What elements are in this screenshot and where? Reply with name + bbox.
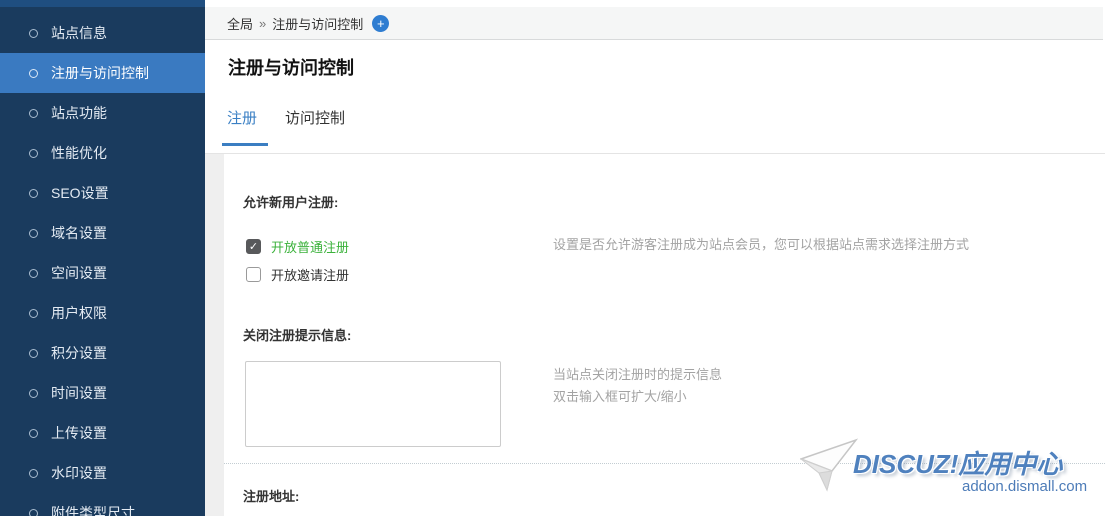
tab-access-control[interactable]: 访问控制 bbox=[285, 107, 345, 128]
sidebar-item-label: 域名设置 bbox=[51, 223, 107, 243]
sidebar-item-time[interactable]: 时间设置 bbox=[0, 373, 205, 413]
sidebar-item-label: 性能优化 bbox=[51, 143, 107, 163]
tab-register[interactable]: 注册 bbox=[227, 107, 257, 128]
sidebar-item-label: SEO设置 bbox=[51, 183, 109, 203]
circle-bullet-icon bbox=[29, 349, 38, 358]
breadcrumb-current: 注册与访问控制 bbox=[272, 14, 363, 33]
sidebar-item-label: 上传设置 bbox=[51, 423, 107, 443]
plus-icon: + bbox=[377, 17, 385, 30]
circle-bullet-icon bbox=[29, 189, 38, 198]
active-tab-underline bbox=[222, 143, 268, 146]
help-line: 双击输入框可扩大/缩小 bbox=[553, 386, 722, 408]
sidebar-item-site-info[interactable]: 站点信息 bbox=[0, 13, 205, 53]
sidebar-item-label: 注册与访问控制 bbox=[51, 63, 149, 83]
sidebar-top-strip bbox=[0, 0, 205, 7]
sidebar-item-label: 站点功能 bbox=[51, 103, 107, 123]
circle-bullet-icon bbox=[29, 149, 38, 158]
add-favorite-button[interactable]: + bbox=[372, 15, 389, 32]
circle-bullet-icon bbox=[29, 469, 38, 478]
breadcrumb: 全局 » 注册与访问控制 + bbox=[205, 7, 1103, 40]
field-label-allow-registration: 允许新用户注册: bbox=[243, 192, 338, 211]
scrollbar-gutter[interactable] bbox=[205, 154, 224, 516]
breadcrumb-separator: » bbox=[259, 16, 266, 31]
sidebar-item-upload[interactable]: 上传设置 bbox=[0, 413, 205, 453]
option-label[interactable]: 开放邀请注册 bbox=[271, 265, 349, 284]
breadcrumb-root: 全局 bbox=[227, 14, 253, 33]
circle-bullet-icon bbox=[29, 309, 38, 318]
check-icon: ✓ bbox=[249, 240, 258, 253]
sidebar-item-label: 附件类型尺寸 bbox=[51, 503, 135, 516]
option-open-normal-registration[interactable]: ✓ 开放普通注册 bbox=[246, 237, 349, 256]
help-text-close-message: 当站点关闭注册时的提示信息 双击输入框可扩大/缩小 bbox=[553, 364, 722, 408]
option-open-invite-registration[interactable]: 开放邀请注册 bbox=[246, 265, 349, 284]
circle-bullet-icon bbox=[29, 429, 38, 438]
circle-bullet-icon bbox=[29, 29, 38, 38]
field-label-close-message: 关闭注册提示信息: bbox=[243, 325, 351, 344]
help-line: 当站点关闭注册时的提示信息 bbox=[553, 364, 722, 386]
circle-bullet-icon bbox=[29, 229, 38, 238]
sidebar-nav: 站点信息 注册与访问控制 站点功能 性能优化 SEO设置 域名设置 空间设置 bbox=[0, 0, 205, 516]
page-title: 注册与访问控制 bbox=[228, 54, 354, 80]
sidebar-item-label: 时间设置 bbox=[51, 383, 107, 403]
discuz-watermark: DISCUZ!应用中心 addon.dismall.com bbox=[800, 434, 1100, 509]
help-text-registration: 设置是否允许游客注册成为站点会员，您可以根据站点需求选择注册方式 bbox=[553, 234, 969, 253]
sidebar-item-label: 水印设置 bbox=[51, 463, 107, 483]
sidebar-item-credits[interactable]: 积分设置 bbox=[0, 333, 205, 373]
sidebar-item-register-access[interactable]: 注册与访问控制 bbox=[0, 53, 205, 93]
sidebar-item-domain[interactable]: 域名设置 bbox=[0, 213, 205, 253]
circle-bullet-icon bbox=[29, 69, 38, 78]
sidebar-item-label: 空间设置 bbox=[51, 263, 107, 283]
sidebar-item-label: 积分设置 bbox=[51, 343, 107, 363]
sidebar-item-label: 站点信息 bbox=[51, 23, 107, 43]
sidebar-item-site-features[interactable]: 站点功能 bbox=[0, 93, 205, 133]
close-message-textarea[interactable] bbox=[245, 361, 501, 447]
main-content: 全局 » 注册与访问控制 + 注册与访问控制 注册 访问控制 允许新用户注册: … bbox=[205, 0, 1105, 516]
field-label-registration-url: 注册地址: bbox=[243, 486, 299, 505]
sidebar-item-label: 用户权限 bbox=[51, 303, 107, 323]
option-label[interactable]: 开放普通注册 bbox=[271, 237, 349, 256]
sidebar-item-attachment-types[interactable]: 附件类型尺寸 bbox=[0, 493, 205, 516]
circle-bullet-icon bbox=[29, 269, 38, 278]
sidebar-menu: 站点信息 注册与访问控制 站点功能 性能优化 SEO设置 域名设置 空间设置 bbox=[0, 7, 205, 516]
checkbox-unchecked-icon[interactable] bbox=[246, 267, 261, 282]
circle-bullet-icon bbox=[29, 109, 38, 118]
sidebar-item-performance[interactable]: 性能优化 bbox=[0, 133, 205, 173]
paper-plane-icon bbox=[800, 437, 858, 495]
tabs-divider bbox=[205, 153, 1105, 154]
watermark-domain: addon.dismall.com bbox=[962, 478, 1087, 495]
sidebar-item-user-permissions[interactable]: 用户权限 bbox=[0, 293, 205, 333]
circle-bullet-icon bbox=[29, 389, 38, 398]
sidebar-item-watermark[interactable]: 水印设置 bbox=[0, 453, 205, 493]
sidebar-item-seo[interactable]: SEO设置 bbox=[0, 173, 205, 213]
sidebar-item-space[interactable]: 空间设置 bbox=[0, 253, 205, 293]
checkbox-checked-icon[interactable]: ✓ bbox=[246, 239, 261, 254]
circle-bullet-icon bbox=[29, 509, 38, 516]
section-divider bbox=[224, 463, 1105, 464]
